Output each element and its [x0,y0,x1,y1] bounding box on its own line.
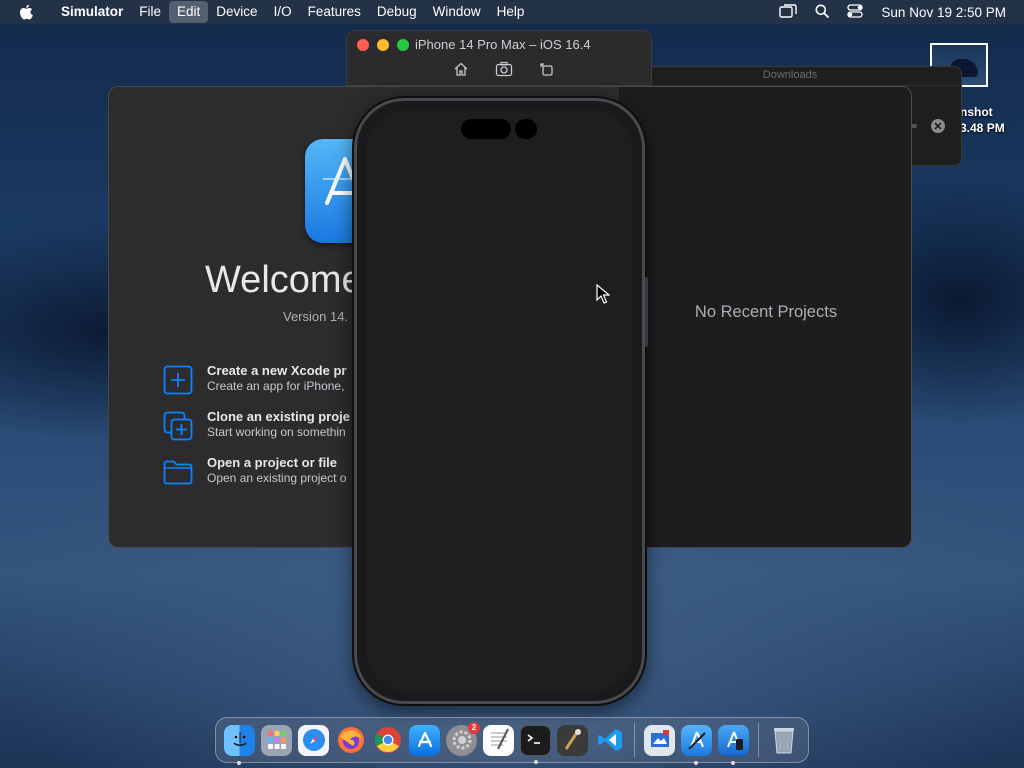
settings-badge: 2 [468,721,480,734]
clone-repo-icon [163,411,193,441]
create-project-subtitle: Create an app for iPhone, [207,379,345,393]
home-icon[interactable] [453,61,469,82]
dock-app-store-icon[interactable] [409,724,440,756]
folder-icon [163,457,193,487]
clone-repo-title: Clone an existing proje [207,409,351,424]
desktop-screenshot-label[interactable]: nshot 3.48 PM [960,104,1024,136]
menu-debug[interactable]: Debug [369,1,425,23]
downloads-title: Downloads [762,69,818,81]
menu-file[interactable]: File [131,1,169,23]
open-project-action[interactable]: Open a project or file Open an existing … [163,455,346,487]
dock-preview-icon[interactable] [644,724,675,756]
plus-square-icon [163,365,193,395]
dock-xcode-icon[interactable] [681,724,712,765]
dock-separator-2 [758,723,759,757]
menu-edit[interactable]: Edit [169,1,209,23]
menu-simulator[interactable]: Simulator [53,1,131,23]
create-project-action[interactable]: Create a new Xcode pr Create an app for … [163,363,346,395]
menu-features[interactable]: Features [300,1,369,23]
dock: 2 [215,717,809,765]
close-icon[interactable] [931,119,945,133]
dock-finder-icon[interactable] [224,724,255,765]
rotate-icon[interactable] [539,61,555,82]
menu-bar: Simulator File Edit Device I/O Features … [0,0,1024,24]
apple-logo-icon[interactable] [16,4,36,20]
front-camera [515,119,537,139]
dock-system-settings-icon[interactable]: 2 [446,721,480,756]
dock-firefox-icon[interactable] [335,725,366,756]
menu-io[interactable]: I/O [266,1,300,23]
dock-launchpad-icon[interactable] [261,724,292,756]
no-recent-projects-label: No Recent Projects [694,303,838,321]
welcome-title: Welcome [205,259,363,301]
dock-separator [634,723,635,757]
simulator-window-title: iPhone 14 Pro Max – iOS 16.4 [415,37,591,52]
screen-mirroring-icon[interactable] [779,3,798,21]
zoom-window-button[interactable] [397,39,409,51]
screenshot-icon[interactable] [495,61,513,82]
dock-textedit-icon[interactable] [483,724,514,756]
clone-repo-action[interactable]: Clone an existing proje Start working on… [163,409,350,441]
screenshot-label-line2: 3.48 PM [960,121,1005,135]
dock-vscode-icon[interactable] [594,725,625,756]
dock-simulator-icon[interactable] [718,724,749,765]
screenshot-label-line1: nshot [960,105,993,119]
menubar-clock[interactable]: Sun Nov 19 2:50 PM [881,5,1006,20]
iphone-screen[interactable] [366,110,633,692]
menu-window[interactable]: Window [425,1,489,23]
menu-device[interactable]: Device [208,1,265,23]
side-button[interactable] [645,277,648,347]
clone-repo-subtitle: Start working on somethin [207,425,346,439]
dock-terminal-icon[interactable] [520,724,551,764]
open-project-subtitle: Open an existing project o [207,471,347,485]
search-icon[interactable] [815,4,830,21]
xcode-version: Version 14. [283,309,349,324]
simulator-window-toolbar: iPhone 14 Pro Max – iOS 16.4 [346,30,652,86]
close-window-button[interactable] [357,39,369,51]
dock-chrome-icon[interactable] [372,725,403,756]
minimize-window-button[interactable] [377,39,389,51]
create-project-title: Create a new Xcode pr [207,363,347,378]
control-center-icon[interactable] [847,3,864,21]
dock-safari-icon[interactable] [298,724,329,756]
status-area: Sun Nov 19 2:50 PM [779,0,1006,24]
open-project-title: Open a project or file [207,455,338,470]
mouse-pointer-icon [596,283,611,309]
dynamic-island [461,119,511,139]
dock-trash-icon[interactable] [768,725,799,756]
dock-instruments-icon[interactable] [557,724,588,756]
iphone-device-frame [354,98,648,704]
menu-help[interactable]: Help [489,1,533,23]
